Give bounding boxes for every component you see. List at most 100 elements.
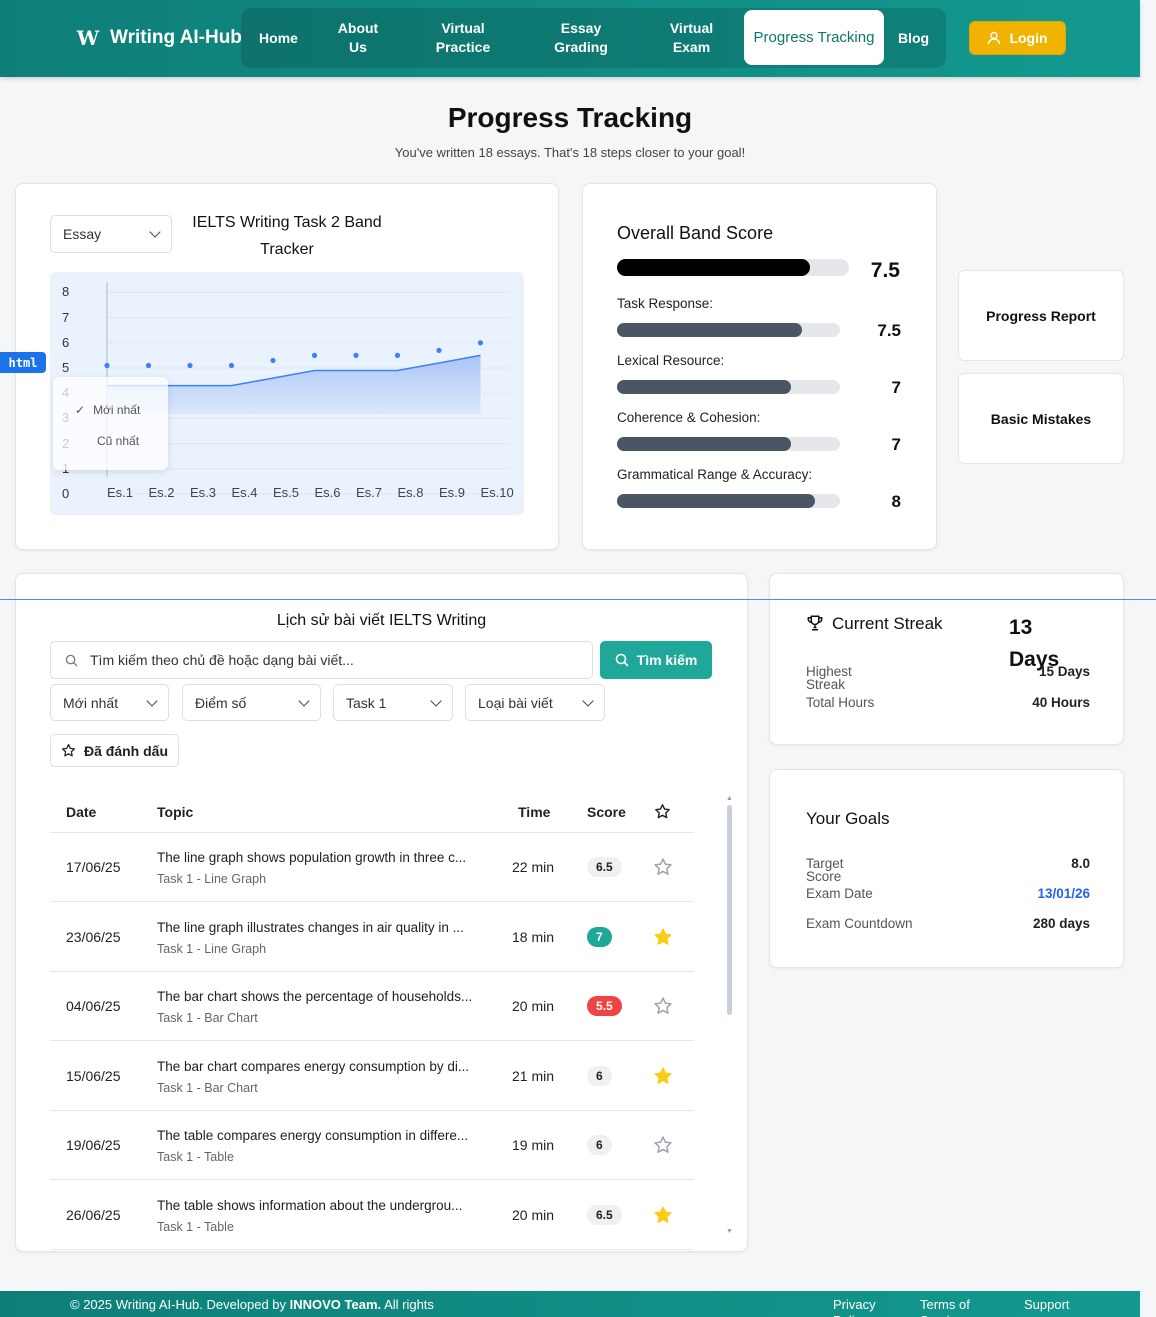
footer: © 2025 Writing AI-Hub. Developed by INNO… xyxy=(0,1291,1140,1317)
nav-about-us[interactable]: About Us xyxy=(329,8,387,68)
search-box[interactable]: Tìm kiếm theo chủ đề hoặc dạng bài viết.… xyxy=(50,641,593,679)
chevron-down-icon xyxy=(582,694,594,707)
data-point[interactable] xyxy=(228,362,235,369)
scroll-down-icon[interactable]: ▼ xyxy=(726,1228,733,1235)
dropdown-option-newest[interactable]: ✓ Mới nhất xyxy=(75,403,140,417)
nav-home[interactable]: Home xyxy=(241,8,316,68)
table-row[interactable]: 19/06/25 The table compares energy consum… xyxy=(50,1111,694,1180)
search-button-label: Tìm kiếm xyxy=(636,652,698,668)
target-score-label: Target Score xyxy=(806,856,844,884)
essay-type-value: Essay xyxy=(63,226,102,242)
footer-terms-link[interactable]: Terms of Service xyxy=(920,1297,980,1317)
data-point[interactable] xyxy=(477,340,484,346)
option-label: Cũ nhất xyxy=(97,434,140,448)
nav-progress-tracking[interactable]: Progress Tracking xyxy=(744,10,884,65)
footer-privacy-link[interactable]: Privacy Policy xyxy=(833,1297,893,1317)
top-navbar: W Writing AI-Hub Home About Us Virtual P… xyxy=(0,0,1140,77)
row-topic: The table shows information about the un… xyxy=(157,1197,463,1213)
y-tick-label: 5 xyxy=(62,360,70,375)
filter-sort-select[interactable]: Mới nhất xyxy=(50,684,169,721)
footer-copyright: © 2025 Writing AI-Hub. Developed by INNO… xyxy=(70,1297,434,1312)
col-time[interactable]: Time xyxy=(518,804,550,820)
star-outline-icon xyxy=(61,743,76,757)
row-topic: The bar chart shows the percentage of ho… xyxy=(157,989,473,1004)
criterion-score: 7 xyxy=(891,435,901,454)
score-badge: 6 xyxy=(587,1065,612,1086)
criterion-bar xyxy=(617,494,840,508)
html-badge: html xyxy=(0,352,46,373)
table-row[interactable]: 15/06/25 The bar chart compares energy co… xyxy=(50,1042,694,1111)
y-tick-label: 6 xyxy=(62,334,70,350)
overall-score: 7.5 xyxy=(870,259,900,282)
criterion-bar-fill xyxy=(617,380,791,394)
criterion-bar xyxy=(617,380,840,394)
row-time: 18 min xyxy=(512,928,555,945)
data-point[interactable] xyxy=(187,362,193,369)
row-essay-type: Task 1 - Bar Chart xyxy=(157,1011,258,1025)
table-row[interactable]: 04/06/25 The bar chart shows the percenta… xyxy=(50,972,694,1041)
row-time: 20 min xyxy=(512,998,555,1014)
goals-title: Your Goals xyxy=(806,809,890,828)
band-score-title: Overall Band Score xyxy=(617,223,774,243)
filter-task-select[interactable]: Task 1 xyxy=(333,684,453,721)
chevron-down-icon xyxy=(149,226,161,238)
user-icon xyxy=(988,31,1001,45)
essay-type-select[interactable]: Essay xyxy=(50,215,172,253)
data-point[interactable] xyxy=(353,352,359,358)
copyright-text: © 2025 Writing AI-Hub. Developed by xyxy=(70,1297,287,1312)
star-filled-icon[interactable] xyxy=(653,1205,673,1225)
progress-report-button[interactable]: Progress Report xyxy=(958,270,1124,361)
col-score[interactable]: Score xyxy=(587,804,626,820)
filter-type-select[interactable]: Loại bài viết xyxy=(465,684,605,721)
overall-bar-fill xyxy=(617,259,810,276)
criterion-label: Grammatical Range & Accuracy: xyxy=(617,467,813,482)
criterion-bar-fill xyxy=(617,437,791,451)
star-outline-icon[interactable] xyxy=(653,1135,673,1155)
row-time: 22 min xyxy=(512,859,555,875)
scroll-up-icon[interactable]: ▲ xyxy=(726,795,733,802)
star-outline-icon[interactable] xyxy=(653,996,673,1016)
data-point[interactable] xyxy=(436,347,442,353)
col-bookmark-star-icon[interactable] xyxy=(654,803,671,820)
row-topic: The table compares energy consumption in… xyxy=(157,1128,469,1143)
star-outline-icon[interactable] xyxy=(653,857,673,877)
x-tick-label: Es.5 xyxy=(273,485,300,500)
highest-streak-label: Highest Streak xyxy=(806,664,852,692)
table-row[interactable]: 17/06/25 The line graph shows population … xyxy=(50,833,694,902)
col-topic[interactable]: Topic xyxy=(157,804,193,820)
nav-virtual-practice[interactable]: Virtual Practice xyxy=(423,8,503,68)
table-row[interactable]: 26/06/25 The table shows information abou… xyxy=(50,1181,694,1250)
star-filled-icon[interactable] xyxy=(653,927,673,947)
team-name: INNOVO Team. xyxy=(289,1297,382,1312)
col-date[interactable]: Date xyxy=(66,804,96,820)
filter-score-select[interactable]: Điểm số xyxy=(182,684,321,721)
nav-blog[interactable]: Blog xyxy=(891,8,936,68)
search-button[interactable]: Tìm kiếm xyxy=(600,641,712,679)
dropdown-option-oldest[interactable]: Cũ nhất xyxy=(97,434,139,448)
exam-date-value[interactable]: 13/01/26 xyxy=(1010,886,1090,901)
search-input[interactable]: Tìm kiếm theo chủ đề hoặc dạng bài viết.… xyxy=(90,652,354,668)
data-point[interactable] xyxy=(270,357,276,364)
star-filled-icon[interactable] xyxy=(653,1066,673,1086)
x-tick-label: Es.8 xyxy=(397,485,424,500)
nav-virtual-exam[interactable]: Virtual Exam xyxy=(658,8,725,68)
data-point[interactable] xyxy=(104,362,110,369)
login-button[interactable]: Login xyxy=(969,21,1066,55)
basic-mistakes-button[interactable]: Basic Mistakes xyxy=(958,373,1124,464)
logo[interactable]: W Writing AI-Hub xyxy=(76,26,242,50)
row-essay-type: Task 1 - Bar Chart xyxy=(157,1080,258,1095)
nav-essay-grading[interactable]: Essay Grading xyxy=(541,8,621,68)
main-nav: Home About Us Virtual Practice Essay Gra… xyxy=(241,8,946,68)
data-point[interactable] xyxy=(394,352,401,358)
data-point[interactable] xyxy=(311,352,318,358)
bookmarked-filter-button[interactable]: Đã đánh dấu xyxy=(50,734,179,767)
data-point[interactable] xyxy=(145,362,152,369)
footer-support-link[interactable]: Support xyxy=(1024,1297,1070,1312)
table-scrollbar[interactable] xyxy=(727,805,732,1015)
criterion-score: 7.5 xyxy=(877,321,901,340)
row-date: 19/06/25 xyxy=(66,1137,121,1153)
score-badge: 5.5 xyxy=(587,996,622,1016)
table-row[interactable]: 23/06/25 The line graph illustrates chang… xyxy=(50,903,694,972)
filter-label: Loại bài viết xyxy=(478,694,553,711)
chevron-down-icon xyxy=(298,694,310,707)
